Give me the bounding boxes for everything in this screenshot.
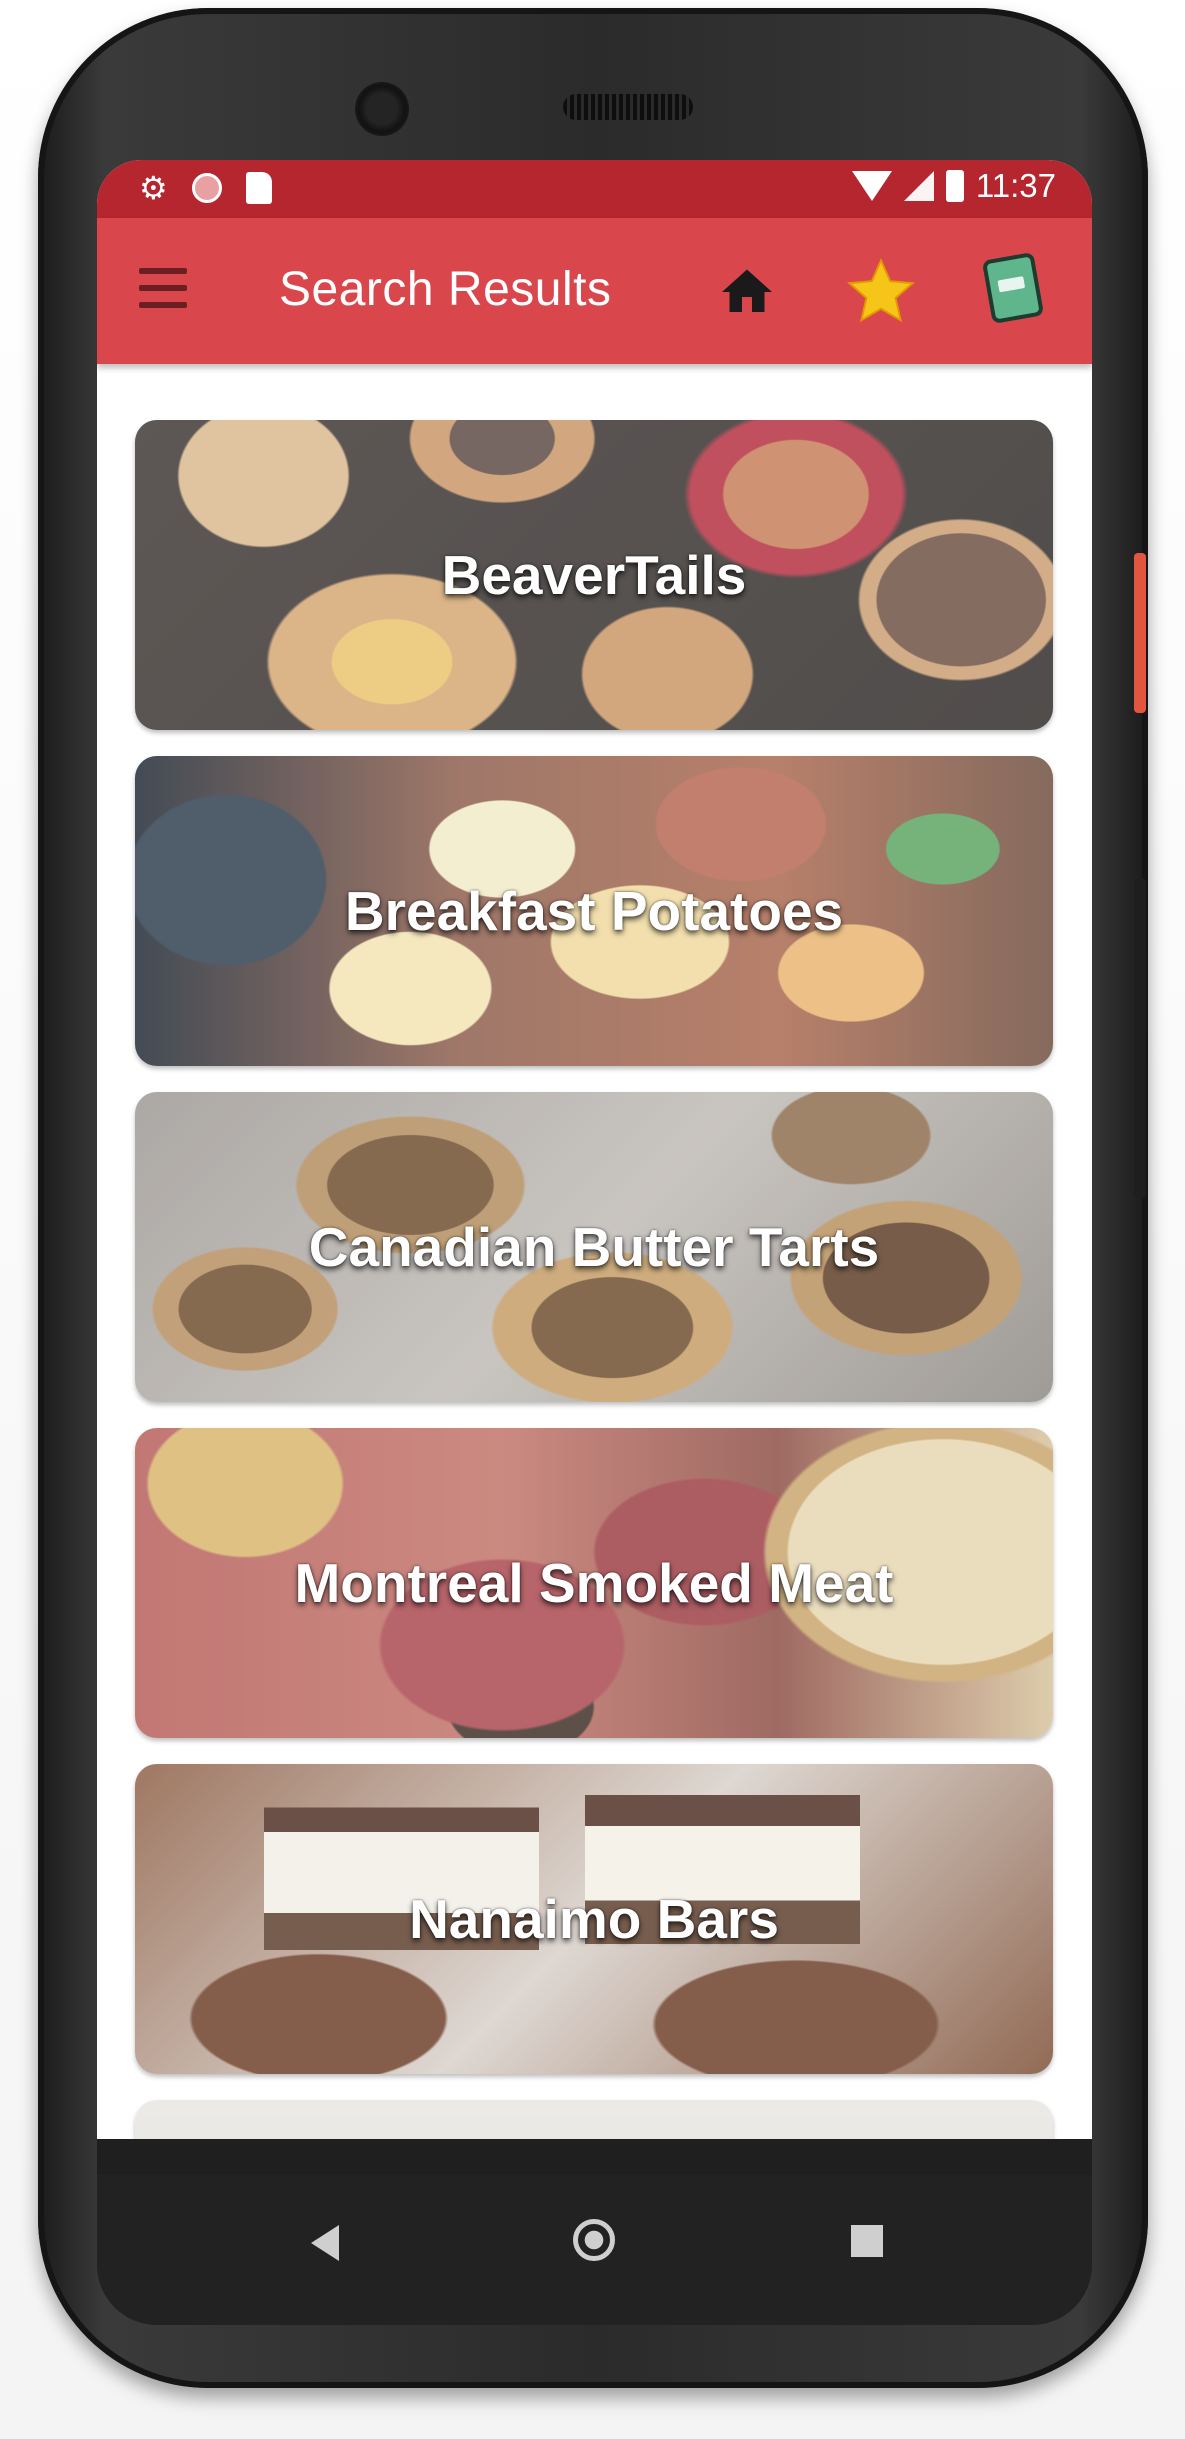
system-nav-bar	[97, 2175, 1092, 2325]
back-icon[interactable]	[311, 2225, 339, 2261]
home-icon[interactable]	[717, 262, 777, 322]
sd-card-icon	[245, 172, 272, 204]
screen: ⚙ 11:37 Search Results BeaverTails Break…	[97, 160, 1092, 2175]
cookbook-icon[interactable]	[981, 250, 1045, 326]
power-button	[1134, 553, 1146, 713]
card-title: Nanaimo Bars	[409, 1888, 779, 1950]
result-card[interactable]: Montreal Smoked Meat	[135, 1428, 1053, 1738]
result-card[interactable]: BeaverTails	[135, 420, 1053, 730]
result-card[interactable]: Breakfast Potatoes	[135, 756, 1053, 1066]
menu-icon[interactable]	[139, 268, 187, 308]
wifi-icon	[851, 171, 892, 201]
star-icon[interactable]	[843, 254, 919, 330]
card-title: BeaverTails	[441, 544, 747, 606]
result-card[interactable]: Canadian Butter Tarts	[135, 1092, 1053, 1402]
signal-icon	[903, 171, 934, 201]
device-frame: ⚙ 11:37 Search Results BeaverTails Break…	[0, 0, 1185, 2439]
home-circle-icon[interactable]	[573, 2219, 615, 2261]
card-title: Breakfast Potatoes	[344, 880, 844, 942]
earpiece-speaker	[563, 94, 693, 120]
recents-icon[interactable]	[851, 2225, 883, 2257]
page-title: Search Results	[279, 263, 612, 316]
card-title: Canadian Butter Tarts	[308, 1216, 880, 1278]
app-bar: Search Results	[97, 218, 1092, 364]
status-time: 11:37	[975, 167, 1056, 204]
circle-icon	[191, 173, 222, 203]
volume-button	[1134, 878, 1146, 1198]
status-bar: ⚙ 11:37	[97, 160, 1092, 218]
results-list[interactable]: BeaverTails Breakfast Potatoes Canadian …	[97, 364, 1092, 2139]
battery-icon	[945, 170, 964, 202]
gear-icon: ⚙	[139, 170, 168, 206]
result-card[interactable]: Nanaimo Bars	[135, 1764, 1053, 2074]
front-camera	[355, 82, 409, 136]
result-card[interactable]	[135, 2100, 1053, 2139]
card-title: Montreal Smoked Meat	[294, 1552, 894, 1614]
nav-bar-edge	[97, 2139, 1092, 2175]
